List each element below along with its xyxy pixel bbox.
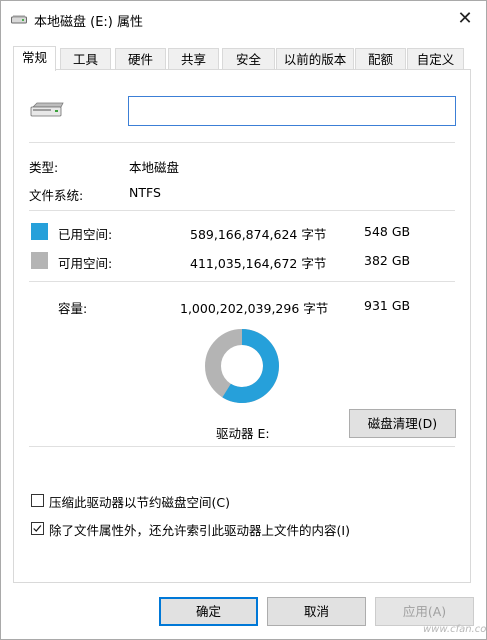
close-button[interactable]: ✕ <box>453 8 477 30</box>
tab-customize[interactable]: 自定义 <box>407 48 464 69</box>
divider <box>29 210 455 211</box>
tab-strip: 常规 工具 硬件 共享 安全 以前的版本 配额 自定义 <box>13 46 464 71</box>
index-checkbox-label: 除了文件属性外，还允许索引此驱动器上文件的内容(I) <box>49 523 350 538</box>
compress-checkbox[interactable] <box>31 494 44 507</box>
type-label: 类型: <box>29 160 59 175</box>
disk-usage-donut <box>205 329 279 403</box>
tab-security[interactable]: 安全 <box>222 48 275 69</box>
title-bar: 本地磁盘 (E:) 属性 ✕ <box>1 1 486 37</box>
capacity-bytes: 1,000,202,039,296 字节 <box>180 301 329 316</box>
properties-dialog: 本地磁盘 (E:) 属性 ✕ 常规 工具 硬件 共享 安全 以前的版本 配额 自… <box>0 0 487 640</box>
general-panel: 类型: 本地磁盘 文件系统: NTFS 已用空间: 589,166,874,62… <box>13 69 471 583</box>
divider <box>29 281 455 282</box>
used-space-bytes: 589,166,874,624 字节 <box>190 227 327 242</box>
filesystem-value: NTFS <box>129 185 161 200</box>
index-checkbox[interactable] <box>31 522 44 535</box>
free-space-label: 可用空间: <box>58 256 113 271</box>
used-space-swatch <box>31 223 48 240</box>
tab-general[interactable]: 常规 <box>13 46 56 71</box>
apply-button[interactable]: 应用(A) <box>375 597 474 626</box>
close-icon: ✕ <box>457 8 473 29</box>
filesystem-label: 文件系统: <box>29 188 84 203</box>
drive-icon <box>11 15 27 24</box>
tab-previous-versions[interactable]: 以前的版本 <box>276 48 354 69</box>
capacity-size: 931 GB <box>364 298 411 313</box>
drive-letter-label: 驱动器 E: <box>216 426 270 441</box>
free-space-size: 382 GB <box>364 253 411 268</box>
volume-label-input[interactable] <box>128 96 456 126</box>
checkmark-icon <box>33 525 42 532</box>
window-title: 本地磁盘 (E:) 属性 <box>34 15 144 30</box>
capacity-label: 容量: <box>58 301 88 316</box>
tab-quota[interactable]: 配额 <box>355 48 406 69</box>
type-value: 本地磁盘 <box>129 160 180 175</box>
hard-drive-icon <box>30 102 64 117</box>
tab-sharing[interactable]: 共享 <box>168 48 219 69</box>
used-space-label: 已用空间: <box>58 227 113 242</box>
ok-button[interactable]: 确定 <box>159 597 258 626</box>
free-space-bytes: 411,035,164,672 字节 <box>190 256 327 271</box>
tab-hardware[interactable]: 硬件 <box>115 48 166 69</box>
compress-checkbox-label: 压缩此驱动器以节约磁盘空间(C) <box>49 495 230 510</box>
cancel-button[interactable]: 取消 <box>267 597 366 626</box>
tab-tools[interactable]: 工具 <box>60 48 111 69</box>
disk-cleanup-button[interactable]: 磁盘清理(D) <box>349 409 456 438</box>
divider <box>29 142 455 143</box>
watermark: www.cfan.com.cn <box>423 624 487 635</box>
divider <box>29 446 455 447</box>
free-space-swatch <box>31 252 48 269</box>
used-space-size: 548 GB <box>364 224 411 239</box>
